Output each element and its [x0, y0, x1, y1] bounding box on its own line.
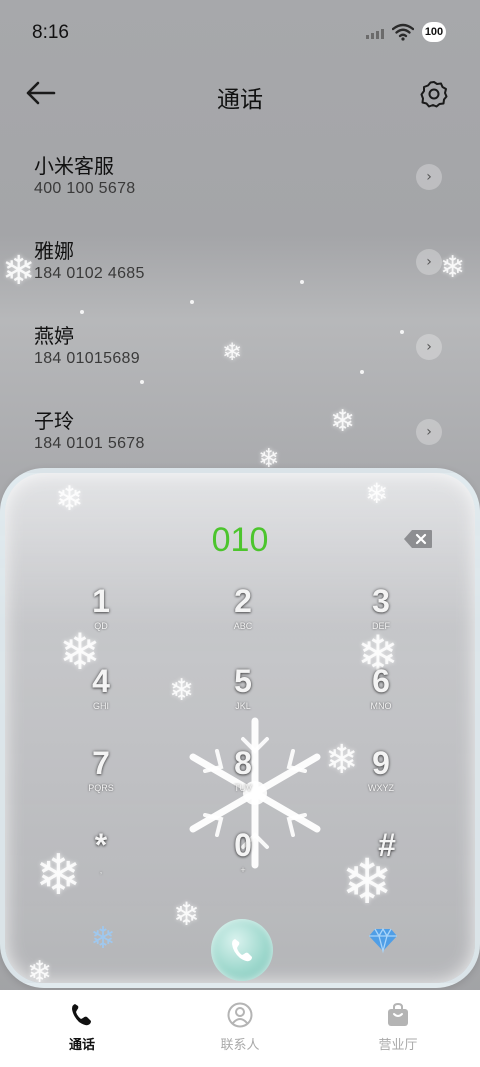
diamond-icon[interactable]	[367, 923, 399, 955]
key-star[interactable]: * ,	[51, 827, 151, 897]
contact-row[interactable]: 雅娜 184 0102 4685 ›	[0, 225, 480, 310]
key-3[interactable]: 3 DEF	[331, 583, 431, 653]
battery-indicator: 100	[422, 22, 446, 42]
dialpad-panel: ❄ ❄ ❄ ❄ ❄ ❄ ❄ ❄ ❄ ❄ 010 1 QD 2 ABC 3 DEF…	[0, 468, 480, 988]
status-time: 8:16	[32, 22, 69, 43]
key-letters: PQRS	[88, 783, 114, 793]
snowflake-decoration: ❄	[173, 895, 200, 933]
key-letters: ,	[99, 865, 103, 875]
nav-tab-contacts[interactable]: 联系人	[190, 1002, 290, 1053]
contact-name: 子玲	[34, 409, 74, 433]
contact-number: 400 100 5678	[34, 180, 136, 197]
key-6[interactable]: 6 MNO	[331, 663, 431, 733]
chevron-right-icon[interactable]: ›	[416, 164, 442, 190]
snowflake-decoration: ❄	[55, 479, 84, 519]
chevron-right-icon[interactable]: ›	[416, 419, 442, 445]
key-digit: 2	[234, 583, 252, 619]
key-hash[interactable]: #	[337, 827, 437, 897]
key-1[interactable]: 1 QD	[51, 583, 151, 653]
key-digit: 5	[234, 663, 252, 699]
contact-row[interactable]: 燕婷 184 01015689 ›	[0, 310, 480, 395]
snowflake-icon[interactable]: ❄	[85, 921, 121, 957]
key-digit: 1	[92, 583, 110, 619]
key-letters: GHI	[92, 701, 109, 711]
key-digit: 0	[234, 827, 252, 863]
key-9[interactable]: 9 WXYZ	[331, 745, 431, 815]
recent-contacts-list: 小米客服 400 100 5678 › 雅娜 184 0102 4685 › 燕…	[0, 140, 480, 480]
contact-name: 燕婷	[34, 324, 74, 348]
key-digit: 6	[372, 663, 390, 699]
key-digit: 8	[234, 745, 252, 781]
contact-number: 184 0101 5678	[34, 435, 145, 452]
key-letters: TUV	[234, 783, 252, 793]
person-icon	[227, 1002, 253, 1028]
backspace-icon[interactable]	[403, 529, 433, 549]
contact-row[interactable]: 小米客服 400 100 5678 ›	[0, 140, 480, 225]
key-digit: *	[94, 827, 108, 863]
phone-icon	[72, 1004, 91, 1026]
contact-number: 184 01015689	[34, 350, 140, 367]
nav-label: 营业厅	[378, 1038, 418, 1053]
phone-icon	[232, 939, 252, 962]
snowflake-decoration: ❄	[169, 673, 195, 708]
shopping-bag-icon	[388, 1002, 408, 1026]
nav-tab-service-hall[interactable]: 营业厅	[348, 1002, 448, 1053]
status-icons: 100	[366, 22, 446, 42]
key-7[interactable]: 7 PQRS	[51, 745, 151, 815]
key-letters: MNO	[370, 701, 392, 711]
chevron-right-icon[interactable]: ›	[416, 334, 442, 360]
key-0[interactable]: 0 +	[193, 827, 293, 897]
key-digit: 9	[372, 745, 390, 781]
key-letters: DEF	[372, 621, 390, 631]
key-letters: QD	[94, 621, 108, 631]
key-letters: WXYZ	[368, 783, 394, 793]
nav-label: 通话	[68, 1038, 95, 1053]
key-digit: 3	[372, 583, 390, 619]
page-title: 通话	[217, 87, 263, 113]
wifi-icon	[392, 23, 414, 41]
snowflake-decoration: ❄	[27, 955, 53, 988]
snowflake-decoration: ❄	[365, 477, 389, 510]
status-bar: 8:16 100	[0, 0, 480, 64]
key-letters: +	[240, 865, 246, 875]
key-letters: JKL	[235, 701, 251, 711]
key-4[interactable]: 4 GHI	[51, 663, 151, 733]
contact-name: 雅娜	[34, 239, 74, 263]
contact-name: 小米客服	[34, 154, 114, 178]
key-5[interactable]: 5 JKL	[193, 663, 293, 733]
header: 通话	[0, 66, 480, 122]
nav-label: 联系人	[220, 1038, 260, 1053]
gear-icon[interactable]	[420, 80, 448, 108]
key-digit: 7	[92, 745, 110, 781]
contact-number: 184 0102 4685	[34, 265, 145, 282]
chevron-right-icon[interactable]: ›	[416, 249, 442, 275]
key-digit: 4	[92, 663, 110, 699]
key-letters: ABC	[233, 621, 253, 631]
key-2[interactable]: 2 ABC	[193, 583, 293, 653]
nav-tab-calls[interactable]: 通话	[32, 1002, 132, 1053]
call-button[interactable]	[211, 919, 273, 981]
key-8[interactable]: 8 TUV	[193, 745, 293, 815]
key-digit: #	[378, 827, 396, 863]
signal-icon	[366, 25, 384, 39]
bottom-navigation: 通话 联系人 营业厅	[0, 990, 480, 1067]
